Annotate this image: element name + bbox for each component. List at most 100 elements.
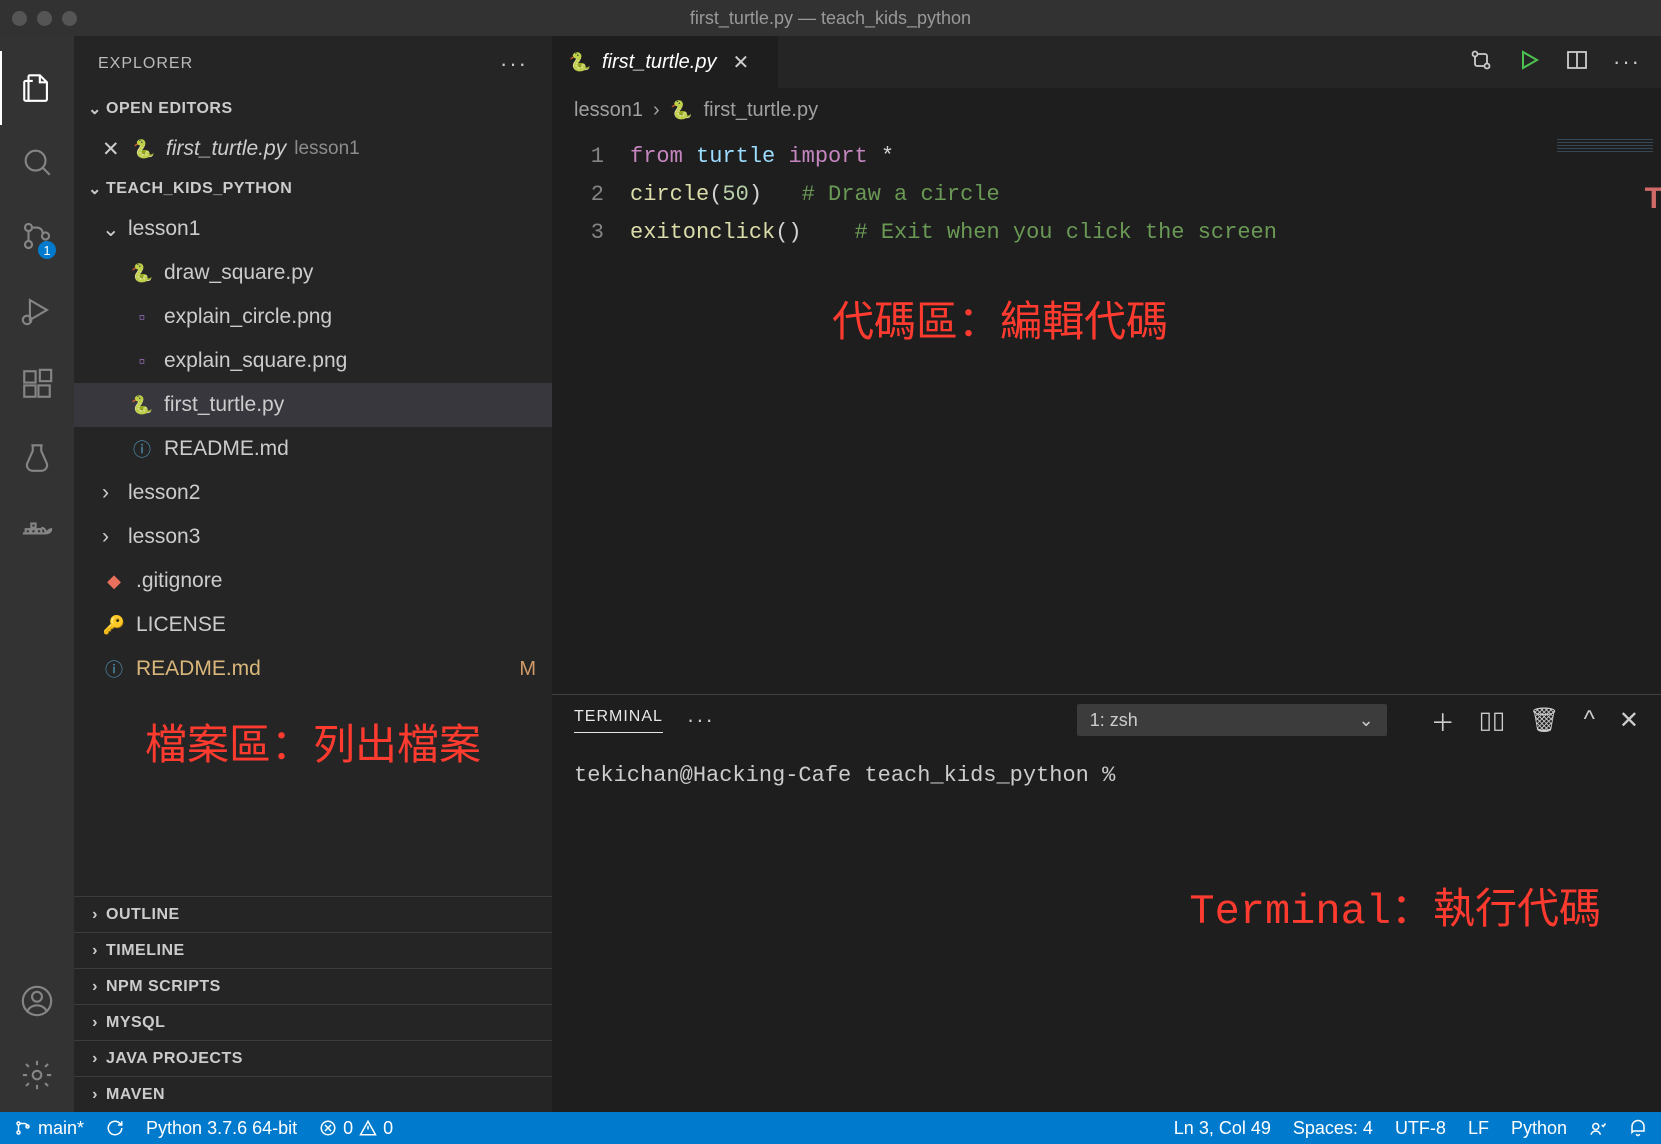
explorer-title: EXPLORER [98, 55, 193, 73]
open-editor-item[interactable]: ✕ 🐍 first_turtle.py lesson1 [74, 127, 552, 171]
panel-more-icon[interactable]: ··· [687, 707, 715, 733]
explorer-icon[interactable] [0, 51, 74, 125]
git-file-icon: ◆ [102, 569, 126, 593]
accounts-icon[interactable] [0, 964, 74, 1038]
extensions-icon[interactable] [0, 347, 74, 421]
titlebar: first_turtle.py — teach_kids_python [0, 0, 1661, 36]
terminal-prompt: tekichan@Hacking-Cafe teach_kids_python … [574, 763, 1115, 788]
folder-lesson1[interactable]: ⌄ lesson1 [74, 207, 552, 251]
chevron-down-icon: ⌄ [84, 99, 106, 119]
maximize-panel-icon[interactable]: ^ [1584, 706, 1595, 734]
indentation-status[interactable]: Spaces: 4 [1293, 1118, 1373, 1139]
problems-status[interactable]: 0 0 [319, 1118, 393, 1139]
open-editors-section[interactable]: ⌄ OPEN EDITORS [74, 91, 552, 127]
more-actions-icon[interactable]: ··· [1613, 49, 1641, 75]
file-item[interactable]: ▫ explain_square.png [74, 339, 552, 383]
close-window[interactable] [12, 11, 27, 26]
code-content[interactable]: from turtle import *circle(50) # Draw a … [630, 132, 1541, 694]
notifications-icon[interactable] [1629, 1119, 1647, 1137]
java-projects-section[interactable]: ›JAVA PROJECTS [74, 1040, 552, 1076]
minimize-window[interactable] [37, 11, 52, 26]
search-icon[interactable] [0, 125, 74, 199]
git-branch-status[interactable]: main* [14, 1118, 84, 1139]
file-label: LICENSE [136, 613, 226, 637]
image-file-icon: ▫ [130, 305, 154, 329]
editor-tab[interactable]: 🐍 first_turtle.py ✕ [552, 36, 779, 88]
chevron-right-icon: › [84, 906, 106, 924]
split-editor-icon[interactable] [1565, 48, 1589, 77]
section-label: MAVEN [106, 1086, 165, 1104]
file-label: draw_square.py [164, 261, 313, 285]
window-controls [12, 11, 77, 26]
tab-filename: first_turtle.py [602, 51, 716, 74]
terminal-body[interactable]: tekichan@Hacking-Cafe teach_kids_python … [552, 745, 1661, 1112]
minimap[interactable] [1541, 132, 1661, 694]
explorer-sidebar: EXPLORER ··· ⌄ OPEN EDITORS ✕ 🐍 first_tu… [74, 36, 552, 1112]
testing-icon[interactable] [0, 421, 74, 495]
eol-status[interactable]: LF [1468, 1118, 1489, 1139]
zoom-window[interactable] [62, 11, 77, 26]
close-icon[interactable]: ✕ [102, 137, 124, 162]
settings-gear-icon[interactable] [0, 1038, 74, 1112]
folder-label: lesson1 [128, 217, 200, 241]
file-item[interactable]: ◆ .gitignore [74, 559, 552, 603]
npm-scripts-section[interactable]: ›NPM SCRIPTS [74, 968, 552, 1004]
new-terminal-icon[interactable]: ＋ [1431, 703, 1455, 738]
file-label: explain_circle.png [164, 305, 332, 329]
git-status-badge: M [519, 658, 536, 681]
file-item-modified[interactable]: ⓘ README.md M [74, 647, 552, 691]
chevron-right-icon: › [102, 481, 128, 505]
timeline-section[interactable]: ›TIMELINE [74, 932, 552, 968]
close-tab-icon[interactable]: ✕ [732, 50, 754, 75]
source-control-icon[interactable]: 1 [0, 199, 74, 273]
explorer-header: EXPLORER ··· [74, 36, 552, 91]
file-item[interactable]: ⓘ README.md [74, 427, 552, 471]
cursor-position[interactable]: Ln 3, Col 49 [1174, 1118, 1271, 1139]
sync-icon[interactable] [106, 1119, 124, 1137]
folder-lesson2[interactable]: › lesson2 [74, 471, 552, 515]
editor-tabbar: 🐍 first_turtle.py ✕ ··· [552, 36, 1661, 88]
split-terminal-icon[interactable]: ▯▯ [1479, 706, 1505, 735]
window-title: first_turtle.py — teach_kids_python [690, 8, 971, 29]
file-item[interactable]: 🔑 LICENSE [74, 603, 552, 647]
info-file-icon: ⓘ [102, 657, 126, 681]
run-icon[interactable] [1517, 48, 1541, 77]
breadcrumb-file[interactable]: first_turtle.py [704, 99, 818, 122]
explorer-more-icon[interactable]: ··· [500, 51, 528, 77]
breadcrumb-folder[interactable]: lesson1 [574, 99, 643, 122]
folder-label: lesson2 [128, 481, 200, 505]
code-editor[interactable]: 123 from turtle import *circle(50) # Dra… [552, 132, 1661, 694]
image-file-icon: ▫ [130, 349, 154, 373]
annotation-terminal: Terminal：執行代碼 [1189, 875, 1601, 936]
annotation-file-area: 檔案區：列出檔案 [74, 691, 552, 792]
maven-section[interactable]: ›MAVEN [74, 1076, 552, 1112]
language-mode[interactable]: Python [1511, 1118, 1567, 1139]
chevron-down-icon: ⌄ [1359, 710, 1374, 731]
compare-changes-icon[interactable] [1469, 48, 1493, 77]
folder-lesson3[interactable]: › lesson3 [74, 515, 552, 559]
feedback-icon[interactable] [1589, 1119, 1607, 1137]
breadcrumb[interactable]: lesson1 › 🐍 first_turtle.py [552, 88, 1661, 132]
run-debug-icon[interactable] [0, 273, 74, 347]
encoding-status[interactable]: UTF-8 [1395, 1118, 1446, 1139]
mysql-section[interactable]: ›MYSQL [74, 1004, 552, 1040]
docker-icon[interactable] [0, 495, 74, 569]
file-label: README.md [136, 657, 261, 681]
file-item-selected[interactable]: 🐍 first_turtle.py [74, 383, 552, 427]
annotation-code-area: 代碼區：編輯代碼 [832, 288, 1168, 349]
file-item[interactable]: 🐍 draw_square.py [74, 251, 552, 295]
editor-group: 🐍 first_turtle.py ✕ ··· lesson1 › 🐍 firs… [552, 36, 1661, 1112]
outline-section[interactable]: ›OUTLINE [74, 896, 552, 932]
file-item[interactable]: ▫ explain_circle.png [74, 295, 552, 339]
python-file-icon: 🐍 [670, 98, 694, 122]
terminal-selector[interactable]: 1: zsh ⌄ [1077, 704, 1387, 736]
workspace-section[interactable]: ⌄ TEACH_KIDS_PYTHON [74, 171, 552, 207]
kill-terminal-icon[interactable]: 🗑 [1529, 706, 1559, 735]
terminal-tab[interactable]: TERMINAL [574, 708, 663, 733]
python-file-icon: 🐍 [130, 393, 154, 417]
close-panel-icon[interactable]: ✕ [1619, 706, 1639, 735]
chevron-right-icon: › [84, 1014, 106, 1032]
python-interpreter[interactable]: Python 3.7.6 64-bit [146, 1118, 297, 1139]
open-editors-label: OPEN EDITORS [106, 100, 233, 118]
workspace-label: TEACH_KIDS_PYTHON [106, 180, 292, 198]
